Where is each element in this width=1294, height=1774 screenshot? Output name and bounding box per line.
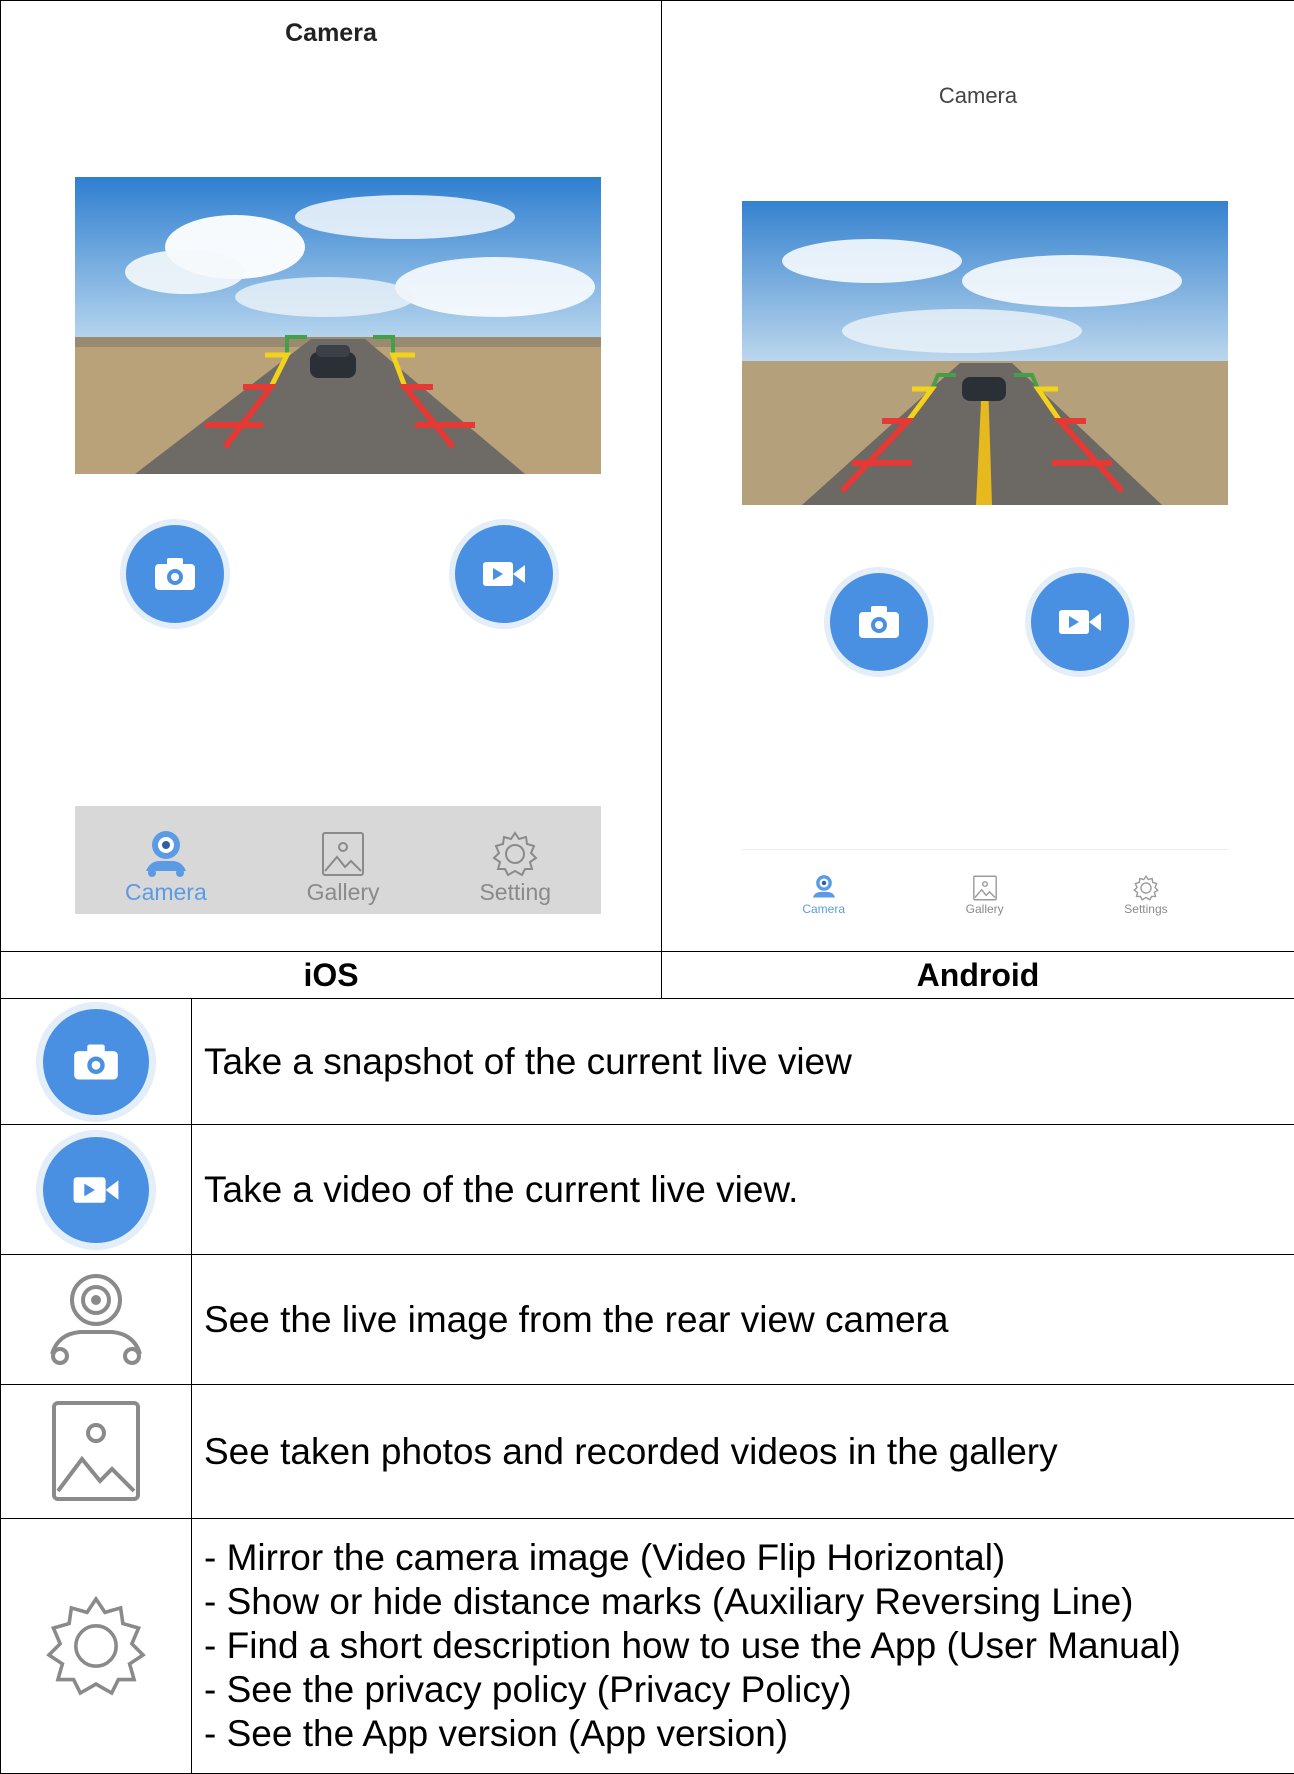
legend-text-settings-tab: - Mirror the camera image (Video Flip Ho… [192, 1519, 1294, 1774]
android-screen: Camera [662, 1, 1294, 952]
android-page-title: Camera [662, 83, 1294, 109]
ios-caption: iOS [1, 952, 662, 999]
legend-icon-camera-tab [1, 1255, 192, 1385]
ios-tab-camera-label: Camera [125, 879, 207, 906]
ios-snapshot-button[interactable] [120, 519, 230, 629]
gallery-icon [972, 874, 998, 902]
road-scene-image [742, 201, 1228, 505]
camera-car-icon [42, 1270, 150, 1370]
camera-icon [857, 604, 901, 640]
android-caption: Android [662, 952, 1294, 999]
legend-icon-gallery-tab [1, 1385, 192, 1519]
gallery-icon [46, 1397, 146, 1507]
ios-tab-camera[interactable]: Camera [125, 829, 207, 906]
gear-icon [40, 1590, 152, 1702]
ios-tab-gallery[interactable]: Gallery [307, 829, 380, 906]
gallery-icon [320, 829, 366, 879]
android-tab-gallery-label: Gallery [966, 902, 1004, 916]
settings-feature-mirror: - Mirror the camera image (Video Flip Ho… [204, 1536, 1294, 1580]
video-camera-icon [481, 559, 527, 589]
legend-icon-settings-tab [1, 1519, 192, 1774]
ios-tab-setting[interactable]: Setting [479, 829, 551, 906]
settings-feature-distance-marks: - Show or hide distance marks (Auxiliary… [204, 1580, 1294, 1624]
android-snapshot-button[interactable] [824, 567, 934, 677]
gear-icon [1132, 874, 1160, 902]
video-button-icon [71, 1174, 121, 1206]
settings-feature-privacy: - See the privacy policy (Privacy Policy… [204, 1668, 1294, 1712]
ios-video-button[interactable] [449, 519, 559, 629]
legend-icon-snapshot [1, 999, 192, 1125]
settings-feature-user-manual: - Find a short description how to use th… [204, 1624, 1294, 1668]
road-scene-image [75, 177, 601, 474]
android-tab-camera[interactable]: Camera [802, 874, 845, 916]
snapshot-button-icon [72, 1042, 120, 1082]
camera-icon [153, 556, 197, 592]
ios-tab-bar: Camera Gallery Setting [75, 806, 601, 914]
video-camera-icon [1057, 607, 1103, 637]
android-tab-bar: Camera Gallery Settings [742, 849, 1228, 916]
android-video-button[interactable] [1025, 567, 1135, 677]
camera-car-icon [809, 874, 839, 902]
legend-text-snapshot: Take a snapshot of the current live view [192, 999, 1294, 1125]
ios-screen: Camera [1, 1, 662, 952]
settings-feature-version: - See the App version (App version) [204, 1712, 1294, 1756]
ios-page-title: Camera [1, 19, 661, 48]
android-tab-settings[interactable]: Settings [1124, 874, 1167, 916]
ios-tab-gallery-label: Gallery [307, 879, 380, 906]
manual-page: Camera [0, 0, 1294, 1773]
android-tab-camera-label: Camera [802, 902, 845, 916]
android-tab-gallery[interactable]: Gallery [966, 874, 1004, 916]
legend-icon-video [1, 1125, 192, 1255]
android-tab-settings-label: Settings [1124, 902, 1167, 916]
ios-live-view [75, 177, 601, 474]
ios-tab-setting-label: Setting [479, 879, 551, 906]
manual-table: Camera [0, 0, 1294, 1774]
settings-feature-list: - Mirror the camera image (Video Flip Ho… [204, 1536, 1294, 1756]
legend-text-camera-tab: See the live image from the rear view ca… [192, 1255, 1294, 1385]
camera-car-icon [140, 829, 192, 879]
legend-text-gallery-tab: See taken photos and recorded videos in … [192, 1385, 1294, 1519]
legend-text-video: Take a video of the current live view. [192, 1125, 1294, 1255]
android-live-view [742, 201, 1228, 505]
gear-icon [490, 829, 540, 879]
